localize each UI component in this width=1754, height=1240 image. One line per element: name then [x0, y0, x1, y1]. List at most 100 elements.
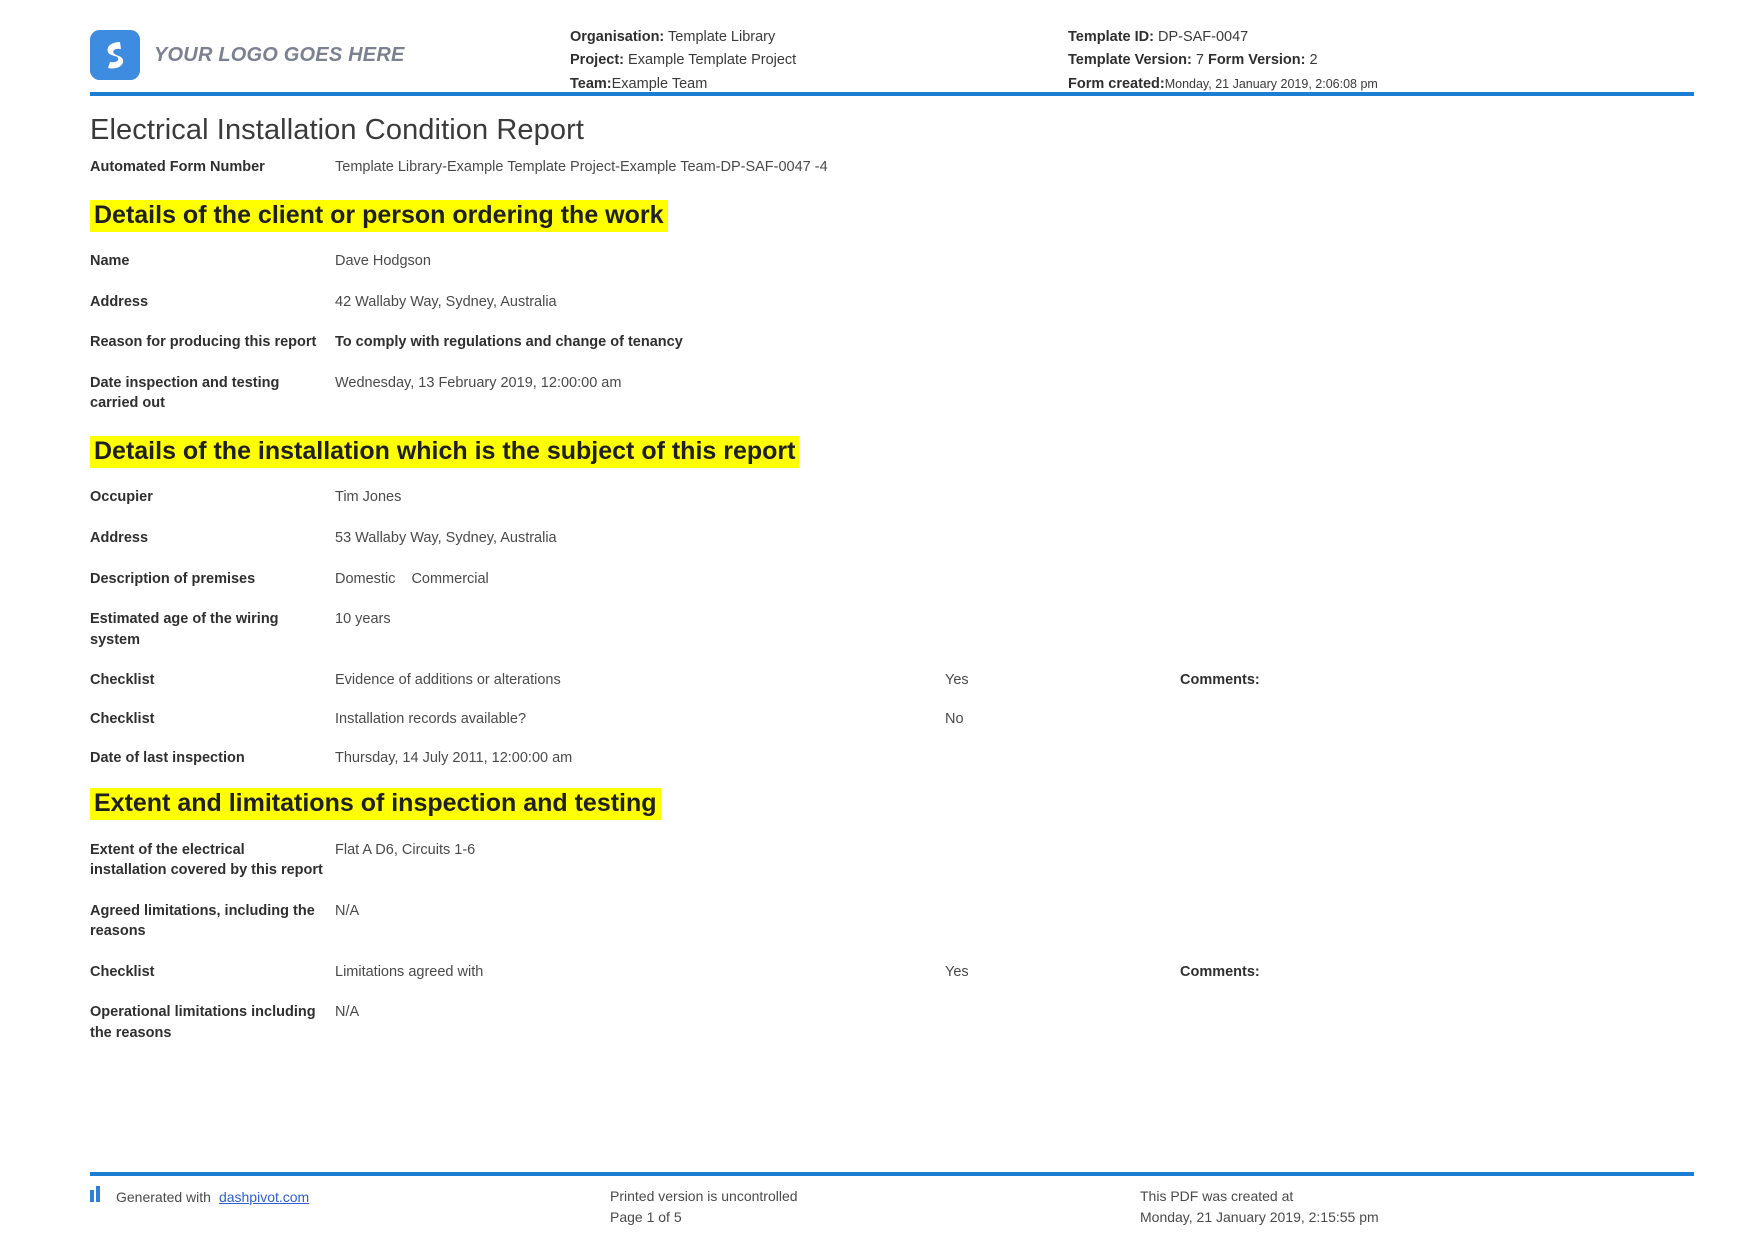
table-row: Name Dave Hodgson	[90, 251, 1694, 272]
header-template-id-line: Template ID: DP-SAF-0047	[1068, 26, 1694, 49]
checklist-comments-label-additions: Comments:	[1180, 672, 1260, 689]
header-version-line: Template Version: 7 Form Version: 2	[1068, 49, 1694, 72]
header-form-created-value: Monday, 21 January 2019, 2:06:08 pm	[1164, 76, 1378, 91]
company-logo-icon	[90, 30, 140, 80]
checklist-comments-label-limitations-agreed: Comments:	[1180, 963, 1260, 980]
header-form-version-key: Form Version:	[1207, 52, 1306, 69]
table-row: Agreed limitations, including the reason…	[90, 901, 1694, 942]
table-row: Checklist Evidence of additions or alter…	[90, 670, 1694, 691]
field-value-description-of-premises: Domestic Commercial	[335, 569, 945, 590]
field-label-reason-for-report: Reason for producing this report	[90, 334, 317, 351]
header-template-details: Template ID: DP-SAF-0047 Template Versio…	[1060, 22, 1694, 96]
header-project-value: Example Template Project	[628, 52, 797, 69]
table-row: Extent of the electrical installation co…	[90, 840, 1694, 881]
document-content: Electrical Installation Condition Report…	[0, 96, 1754, 1044]
header-project-key: Project:	[570, 52, 624, 69]
header-form-created-line: Form created:Monday, 21 January 2019, 2:…	[1068, 73, 1694, 96]
field-label-description-of-premises: Description of premises	[90, 570, 256, 587]
field-label-checklist-limitations-agreed: Checklist	[90, 963, 155, 980]
header-team-value: Example Team	[611, 75, 708, 92]
footer-generated-prefix: Generated with	[116, 1188, 211, 1205]
table-row: Estimated age of the wiring system 10 ye…	[90, 609, 1694, 650]
header-project-line: Project: Example Template Project	[570, 49, 1060, 72]
field-label-estimated-age-of-wiring: Estimated age of the wiring system	[90, 611, 279, 648]
field-value-occupier: Tim Jones	[335, 489, 402, 506]
checklist-answer-limitations-agreed: Yes	[945, 963, 969, 980]
logo-text: YOUR LOGO GOES HERE	[154, 43, 405, 66]
field-label-date-inspection-carried-out: Date inspection and testing carried out	[90, 374, 280, 412]
footer-printed-notice: Printed version is uncontrolled	[610, 1188, 798, 1204]
field-label-agreed-limitations: Agreed limitations, including the reason…	[90, 902, 315, 940]
field-label-client-address: Address	[90, 293, 149, 310]
header-template-id-value: DP-SAF-0047	[1157, 29, 1249, 45]
field-value-client-address: 42 Wallaby Way, Sydney, Australia	[335, 293, 557, 310]
checklist-answer-records: No	[945, 710, 964, 727]
document-header: YOUR LOGO GOES HERE Organisation: Templa…	[0, 0, 1754, 92]
document-footer: Generated with dashpivot.com Printed ver…	[90, 1186, 1694, 1228]
header-template-id-key: Template ID:	[1068, 29, 1154, 45]
table-row: Checklist Limitations agreed with Yes Co…	[90, 962, 1694, 983]
automated-form-number-row: Automated Form Number Template Library-E…	[90, 157, 1694, 178]
header-organisation-value: Template Library	[668, 29, 776, 45]
field-value-agreed-limitations: N/A	[335, 902, 360, 919]
document-page: YOUR LOGO GOES HERE Organisation: Templa…	[0, 0, 1754, 1240]
footer-created-timestamp: Monday, 21 January 2019, 2:15:55 pm	[1140, 1209, 1379, 1225]
field-label-name: Name	[90, 253, 130, 270]
header-template-version-value: 7	[1195, 52, 1204, 69]
header-team-line: Team:Example Team	[570, 73, 1060, 96]
logo-block: YOUR LOGO GOES HERE	[90, 22, 570, 80]
table-row: Date of last inspection Thursday, 14 Jul…	[90, 748, 1694, 769]
field-label-checklist-records: Checklist	[90, 710, 155, 727]
field-value-estimated-age-of-wiring: 10 years	[335, 611, 391, 628]
field-value-operational-limitations: N/A	[335, 1004, 360, 1021]
automated-form-number-value: Template Library-Example Template Projec…	[335, 159, 828, 175]
header-template-version-key: Template Version:	[1068, 52, 1192, 69]
field-value-checklist-records: Installation records available?	[335, 710, 527, 727]
footer-created-notice: This PDF was created at	[1140, 1188, 1294, 1204]
header-form-version-value: 2	[1309, 52, 1318, 69]
section-heading-extent-limitations-text: Extent and limitations of inspection and…	[90, 788, 661, 821]
footer-dashpivot-link[interactable]: dashpivot.com	[219, 1187, 309, 1208]
section-heading-extent-limitations: Extent and limitations of inspection and…	[90, 786, 1694, 822]
table-row: Operational limitations including the re…	[90, 1002, 1694, 1043]
section-heading-client-details: Details of the client or person ordering…	[90, 198, 1694, 234]
field-value-date-of-last-inspection: Thursday, 14 July 2011, 12:00:00 am	[335, 749, 573, 766]
premises-option-commercial[interactable]: Commercial	[411, 571, 488, 587]
footer-generated-with: Generated with dashpivot.com	[90, 1186, 610, 1208]
field-value-installation-address: 53 Wallaby Way, Sydney, Australia	[335, 530, 557, 547]
field-label-operational-limitations: Operational limitations including the re…	[90, 1004, 316, 1042]
field-label-checklist-additions: Checklist	[90, 672, 155, 689]
field-label-occupier: Occupier	[90, 489, 153, 506]
footer-page-number: Page 1 of 5	[610, 1209, 682, 1225]
section-heading-installation-details: Details of the installation which is the…	[90, 434, 1694, 470]
header-form-created-key: Form created:	[1068, 75, 1165, 92]
field-value-reason-for-report: To comply with regulations and change of…	[335, 334, 683, 351]
field-label-installation-address: Address	[90, 530, 149, 547]
footer-print-status: Printed version is uncontrolled Page 1 o…	[610, 1186, 1140, 1228]
table-row: Description of premises Domestic Commerci…	[90, 569, 1694, 590]
field-value-extent-of-installation: Flat A D6, Circuits 1-6	[335, 841, 476, 858]
header-organisation-line: Organisation: Template Library	[570, 26, 1060, 49]
bar-chart-icon	[90, 1186, 108, 1208]
premises-option-domestic[interactable]: Domestic	[335, 571, 395, 587]
section-heading-client-details-text: Details of the client or person ordering…	[90, 199, 668, 232]
field-value-checklist-additions: Evidence of additions or alterations	[335, 672, 561, 689]
checklist-answer-additions: Yes	[945, 672, 969, 689]
footer-creation-info: This PDF was created at Monday, 21 Janua…	[1140, 1186, 1694, 1228]
header-team-key: Team:	[570, 75, 612, 92]
field-label-date-of-last-inspection: Date of last inspection	[90, 749, 245, 766]
header-organisation-key: Organisation:	[570, 29, 665, 45]
section-heading-installation-details-text: Details of the installation which is the…	[90, 435, 800, 468]
table-row: Address 42 Wallaby Way, Sydney, Australi…	[90, 292, 1694, 313]
table-row: Reason for producing this report To comp…	[90, 332, 1694, 353]
table-row: Address 53 Wallaby Way, Sydney, Australi…	[90, 528, 1694, 549]
field-value-date-inspection-carried-out: Wednesday, 13 February 2019, 12:00:00 am	[335, 374, 622, 391]
table-row: Checklist Installation records available…	[90, 709, 1694, 730]
header-org-details: Organisation: Template Library Project: …	[570, 22, 1060, 96]
table-row: Date inspection and testing carried out …	[90, 373, 1694, 414]
table-row: Occupier Tim Jones	[90, 487, 1694, 508]
field-value-checklist-limitations-agreed: Limitations agreed with	[335, 963, 484, 980]
page-title: Electrical Installation Condition Report	[90, 114, 585, 146]
footer-divider-rule	[90, 1172, 1694, 1176]
automated-form-number-label: Automated Form Number	[90, 159, 265, 175]
